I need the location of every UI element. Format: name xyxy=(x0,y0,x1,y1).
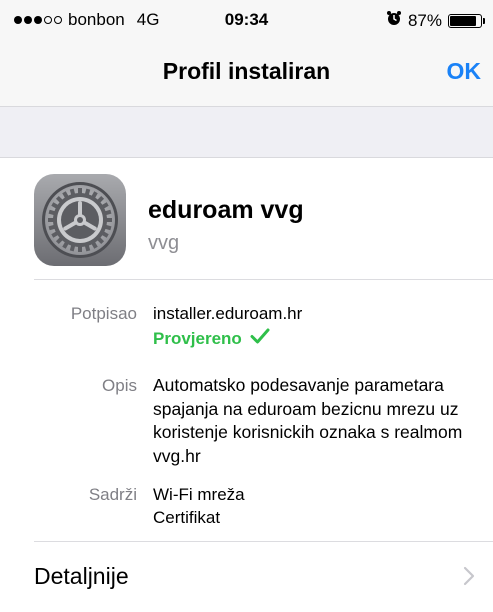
status-bar: bonbon 4G 09:34 87% xyxy=(0,0,493,40)
more-details-label: Detaljnije xyxy=(34,563,129,589)
ok-button[interactable]: OK xyxy=(447,58,482,85)
battery-icon xyxy=(448,13,485,28)
alarm-clock-icon xyxy=(386,10,402,31)
profile-header: eduroam vvg vvg xyxy=(0,158,493,279)
battery-percent: 87% xyxy=(407,10,442,30)
signed-by-value-group: installer.eduroam.hr Provjereno xyxy=(153,302,483,350)
contains-list: Wi-Fi mreža Certifikat xyxy=(153,483,483,529)
contains-item-certificate: Certifikat xyxy=(153,508,221,527)
battery-fill xyxy=(450,15,477,26)
profile-name: eduroam vvg xyxy=(148,196,304,224)
page-title: Profil instaliran xyxy=(162,58,331,84)
description-value: Automatsko podesavanje parametara spajan… xyxy=(153,375,463,466)
battery-tip xyxy=(483,17,485,24)
more-details-row[interactable]: Detaljnije xyxy=(0,542,493,612)
signed-by-value: installer.eduroam.hr xyxy=(153,304,303,323)
battery-body xyxy=(448,13,482,28)
section-spacer xyxy=(0,106,493,158)
status-right: 87% xyxy=(386,10,485,31)
contains-label: Sadrži xyxy=(88,485,137,504)
description-label: Opis xyxy=(102,376,137,395)
profile-subtitle: vvg xyxy=(148,232,180,254)
verified-status: Provjereno xyxy=(153,327,483,350)
verified-label: Provjereno xyxy=(153,329,242,348)
checkmark-icon xyxy=(250,327,270,350)
navigation-bar: Profil instaliran OK xyxy=(0,40,493,106)
chevron-right-icon xyxy=(463,566,475,591)
contains-item-wifi: Wi-Fi mreža xyxy=(153,485,245,504)
settings-gear-icon xyxy=(34,174,126,266)
signed-by-label: Potpisao xyxy=(70,304,137,323)
divider xyxy=(34,279,493,280)
